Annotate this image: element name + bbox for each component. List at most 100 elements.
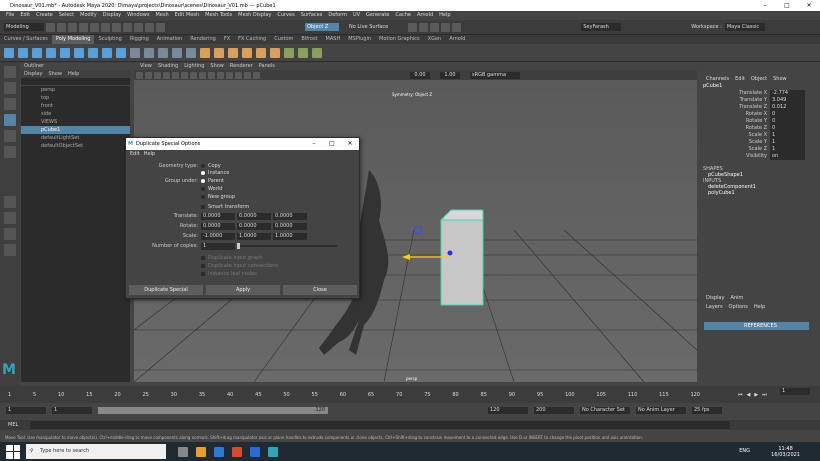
persp-graph-icon[interactable] [4,244,16,256]
shelf-tab-xgen[interactable]: XGen [424,35,446,44]
channel-menu-channels[interactable]: Channels [706,76,729,82]
select-hierarchy-icon[interactable] [101,22,110,32]
layer-item-references[interactable]: REFERENCES [704,322,809,330]
outliner-item-persp[interactable]: persp [21,86,130,94]
mirror-icon[interactable] [186,47,196,58]
paint-select-icon[interactable] [4,98,16,110]
shelf-tab-curves-surfaces[interactable]: Curves / Surfaces [0,35,52,44]
copy-radio[interactable] [201,164,205,168]
minimize-icon[interactable]: – [754,0,776,11]
select-object-icon[interactable] [112,22,121,32]
close-button[interactable]: Close [283,285,357,295]
channel-attr-value[interactable]: on [770,153,805,160]
camera-select-icon[interactable] [136,71,143,79]
chrome-icon[interactable] [232,446,242,457]
character-set-dropdown[interactable]: No Character Set [580,406,630,414]
shelf-tab-sculpting[interactable]: Sculpting [94,35,125,44]
instance-radio[interactable] [201,171,205,175]
outliner-item-defaultobjectset[interactable]: defaultObjectSet [21,142,130,150]
user-account[interactable]: SeyFarash [581,23,622,31]
exposure-field[interactable]: 0.00 [410,71,430,79]
menu-surfaces[interactable]: Surfaces [301,11,323,20]
layer-tab-display[interactable]: Display [706,295,724,301]
menu-mesh-display[interactable]: Mesh Display [238,11,271,20]
gamma-field[interactable]: 1.00 [440,71,460,79]
resolution-gate-icon[interactable] [190,71,197,79]
new-group-radio[interactable] [201,195,205,199]
world-radio[interactable] [201,187,205,191]
menu-mesh-tools[interactable]: Mesh Tools [205,11,232,20]
shelf-tab-mash[interactable]: MASH [322,35,345,44]
range-start-field[interactable]: 1 [6,406,46,414]
undo-icon[interactable] [79,22,88,32]
channel-attr-value[interactable]: 1 [770,146,805,153]
smooth-shade-icon[interactable] [208,71,215,79]
fps-dropdown[interactable]: 25 fps [692,406,722,414]
move-manipulator-center[interactable] [447,250,453,256]
menu-curves[interactable]: Curves [277,11,294,20]
shadows-icon[interactable] [235,71,242,79]
menu-edit[interactable]: Edit [20,11,30,20]
menu-modify[interactable]: Modify [80,11,97,20]
planar-map-icon[interactable] [298,47,308,58]
command-input[interactable] [30,421,730,429]
translate-y-field[interactable]: 0.0000 [237,212,271,220]
poly-disc-icon[interactable] [88,47,98,58]
windows-start-icon[interactable] [6,444,20,459]
menu-deform[interactable]: Deform [328,11,347,20]
menu-file[interactable]: File [6,11,14,20]
edge-icon[interactable] [214,446,224,457]
menu-windows[interactable]: Windows [127,11,149,20]
uv-editor-icon[interactable] [284,47,294,58]
translate-x-field[interactable]: 0.0000 [201,212,235,220]
smart-transform-checkbox[interactable] [201,205,205,209]
channel-menu-object[interactable]: Object [751,76,767,82]
channel-object-name[interactable]: pCube1 [700,83,820,90]
save-scene-icon[interactable] [68,22,77,32]
playback-start-field[interactable]: 1 [52,406,92,414]
move-manipulator-plane[interactable] [414,226,422,234]
channel-attr-value[interactable]: 0 [770,118,805,125]
redo-icon[interactable] [90,22,99,32]
task-view-icon[interactable] [178,446,188,457]
shelf-tab-bifrost[interactable]: Bifrost [297,35,321,44]
move-tool-icon[interactable] [4,114,16,126]
isolate-select-icon[interactable] [253,71,260,79]
maya-taskbar-icon[interactable] [268,446,278,457]
viewport-menu-view[interactable]: View [140,62,152,70]
time-slider[interactable]: 1 5 10 15 20 25 30 35 40 45 50 55 60 65 70 75 80 85 90 95 10… [0,386,820,403]
snap-grid-icon[interactable] [134,22,143,32]
outliner-menu-show[interactable]: Show [48,70,62,78]
hypershade-icon[interactable] [441,22,451,32]
menu-help[interactable]: Help [439,11,450,20]
arnold-render-icon[interactable] [452,22,462,32]
playback-end-field[interactable]: 120 [488,406,528,414]
single-view-icon[interactable] [4,196,16,208]
poly-cube-icon[interactable] [18,47,28,58]
textured-icon[interactable] [217,71,224,79]
bookmark-icon[interactable] [154,71,161,79]
outliner-menu-help[interactable]: Help [68,70,79,78]
outliner-item-pcube1[interactable]: pCube1 [21,126,130,134]
wireframe-icon[interactable] [199,71,206,79]
menu-cache[interactable]: Cache [395,11,411,20]
channel-attr-value[interactable]: 1 [770,132,805,139]
rotate-x-field[interactable]: 0.0000 [201,222,235,230]
range-slider[interactable]: 120 [98,406,328,414]
bridge-icon[interactable] [214,47,224,58]
taskbar-search[interactable]: ⚲ Type here to search [26,444,166,459]
instance-leaf-checkbox[interactable] [201,272,205,276]
render-settings-icon[interactable] [430,22,440,32]
outliner-search[interactable] [21,78,130,86]
poly-torus-icon[interactable] [60,47,70,58]
play-forward-icon[interactable]: ▶ [754,392,758,398]
snap-curve-icon[interactable] [145,22,154,32]
step-back-icon[interactable]: ◀ [747,392,751,398]
apply-button[interactable]: Apply [206,285,280,295]
poly-cylinder-icon[interactable] [32,47,42,58]
ipr-render-icon[interactable] [419,22,429,32]
dialog-menu-help[interactable]: Help [144,150,155,158]
menu-select[interactable]: Select [59,11,74,20]
outliner-item-views[interactable]: VIEWS [21,118,130,126]
channel-attr-value[interactable]: -2.774 [770,90,805,97]
